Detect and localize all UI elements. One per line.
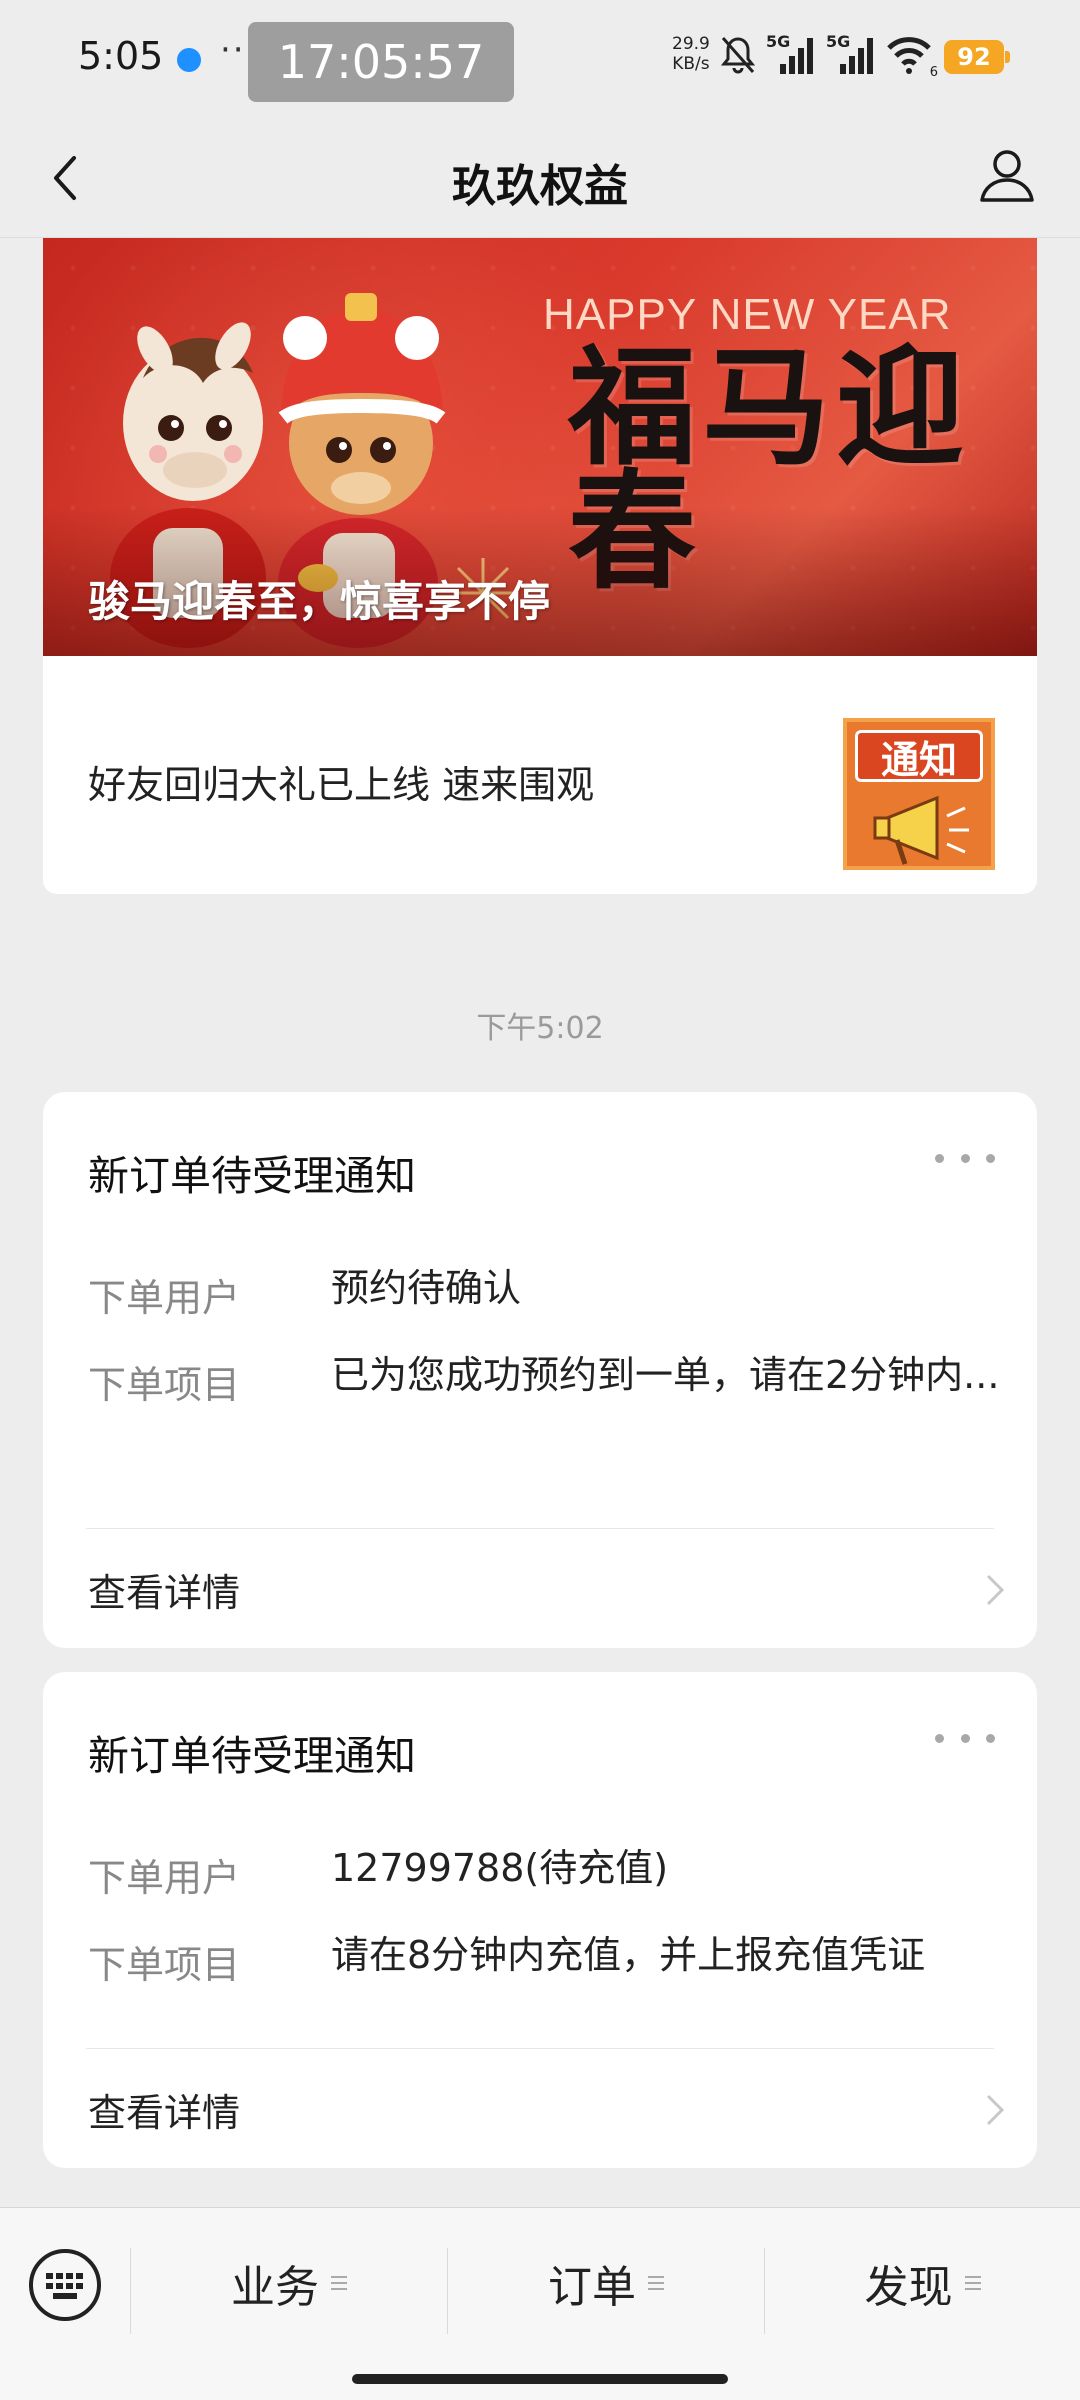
more-options-icon[interactable] [935, 1728, 995, 1748]
promo-article-card[interactable]: HAPPY NEW YEAR 福马迎春 骏马迎春至，惊喜享不停 好友回归大礼已上… [43, 238, 1037, 894]
view-details-link[interactable]: 查看详情 [88, 1562, 240, 1617]
signal-5g-icon: 5G [766, 32, 816, 76]
card-divider [86, 1528, 994, 1529]
notice-text: 好友回归大礼已上线 速来围观 [88, 763, 595, 807]
banner-caption: 骏马迎春至，惊喜享不停 [88, 577, 551, 626]
promo-banner[interactable]: HAPPY NEW YEAR 福马迎春 骏马迎春至，惊喜享不停 [43, 238, 1037, 656]
view-details-link[interactable]: 查看详情 [88, 2082, 240, 2137]
notice-thumbnail: 通知 [843, 718, 995, 870]
field-label-item: 下单项目 [88, 1363, 241, 1407]
message-timestamp: 下午5:02 [476, 1011, 604, 1046]
notice-thumb-label: 通知 [855, 730, 983, 782]
status-bar: 5:05 ··· 17:05:57 29.9 KB/s 5G 5G 6 92 [0, 0, 1080, 120]
field-label-user: 下单用户 [88, 1856, 241, 1900]
page-title: 玖玖权益 [452, 161, 628, 212]
card-divider [86, 2048, 994, 2049]
field-label-user: 下单用户 [88, 1276, 241, 1320]
network-speed-unit: KB/s [672, 54, 710, 74]
status-time: 5:05 [78, 34, 164, 78]
field-value-user: 预约待确认 [331, 1266, 522, 1310]
order-notification-card[interactable]: 新订单待受理通知 下单用户 12799788(待充值) 下单项目 请在8分钟内充… [43, 1672, 1037, 2168]
chevron-right-icon [986, 1574, 1005, 1606]
screen-recorder-clock: 17:05:57 [248, 22, 514, 102]
battery-indicator: 92 [944, 40, 1010, 74]
menu-item-label: 订单 [548, 2262, 636, 2313]
bottom-menu: 业务 订单 发现 [0, 2207, 1080, 2400]
app-notification-icon [177, 48, 201, 72]
submenu-icon [964, 2276, 981, 2290]
notice-row[interactable]: 好友回归大礼已上线 速来围观 通知 [43, 656, 1037, 894]
card-title: 新订单待受理通知 [88, 1152, 416, 1200]
menu-item-business[interactable]: 业务 [131, 2208, 447, 2358]
wifi-icon: 6 [886, 34, 938, 80]
field-value-user: 12799788(待充值) [331, 1846, 669, 1890]
keyboard-toggle-button[interactable] [26, 2246, 104, 2324]
field-value-item: 已为您成功预约到一单，请在2分钟内... [331, 1353, 1000, 1397]
submenu-icon [648, 2276, 664, 2290]
more-options-icon[interactable] [935, 1148, 995, 1168]
user-icon [980, 150, 1034, 202]
submenu-icon [331, 2276, 347, 2290]
card-title: 新订单待受理通知 [88, 1732, 416, 1780]
home-indicator[interactable] [352, 2374, 728, 2384]
mute-bell-icon [720, 37, 756, 74]
order-notification-card[interactable]: 新订单待受理通知 下单用户 预约待确认 下单项目 已为您成功预约到一单，请在2分… [43, 1092, 1037, 1648]
status-icons: 5G 5G 6 [720, 32, 938, 80]
network-speed-value: 29.9 [672, 34, 710, 54]
keyboard-icon [29, 2249, 101, 2321]
menu-item-label: 发现 [864, 2262, 953, 2313]
chevron-right-icon [986, 2094, 1005, 2126]
menu-item-orders[interactable]: 订单 [448, 2208, 764, 2358]
menu-item-label: 业务 [231, 2262, 319, 2313]
nav-bar: 玖玖权益 [0, 120, 1080, 238]
menu-item-discover[interactable]: 发现 [765, 2208, 1080, 2358]
field-label-item: 下单项目 [88, 1943, 241, 1987]
signal-5g-icon-2: 5G [826, 32, 876, 76]
profile-button[interactable] [976, 144, 1038, 206]
network-speed: 29.9 KB/s [672, 34, 710, 74]
megaphone-icon [873, 795, 969, 865]
field-value-item: 请在8分钟内充值，并上报充值凭证 [331, 1933, 926, 1977]
